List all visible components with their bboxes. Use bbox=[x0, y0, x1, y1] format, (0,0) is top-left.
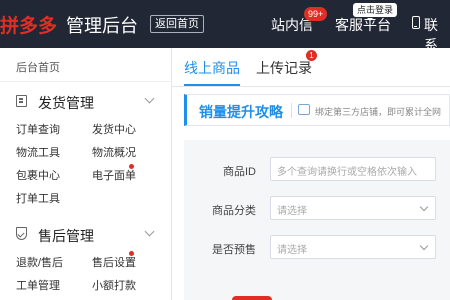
sidebar-item-home[interactable]: 后台首页 bbox=[16, 59, 60, 75]
app-title: 管理后台 bbox=[66, 16, 138, 36]
chevron-down-icon bbox=[419, 241, 429, 251]
presale-label: 是否预售 bbox=[212, 244, 256, 256]
category-label: 商品分类 bbox=[212, 205, 256, 217]
sidebar-item-logistics-overview[interactable]: 物流概况 bbox=[92, 144, 136, 160]
tab-online-products[interactable]: 线上商品 bbox=[184, 58, 240, 78]
chevron-down-icon[interactable] bbox=[144, 93, 155, 104]
store-link-icon bbox=[298, 104, 310, 115]
messages-count-badge: 99+ bbox=[304, 7, 328, 21]
sidebar-item-print-tool[interactable]: 打单工具 bbox=[16, 190, 60, 206]
pinduoduo-logo[interactable]: 拼多多 bbox=[0, 11, 57, 38]
tabs-divider bbox=[172, 86, 450, 87]
category-placeholder: 请选择 bbox=[277, 206, 307, 217]
sidebar-item-e-waybill[interactable]: 电子面单 bbox=[92, 167, 136, 183]
upload-records-badge: 1 bbox=[306, 50, 317, 61]
promo-banner[interactable]: 销量提升攻略 绑定第三方店铺，即可累计全网 bbox=[184, 94, 450, 126]
new-dot bbox=[129, 164, 134, 169]
login-tip-bubble[interactable]: 点击登录 bbox=[353, 3, 398, 21]
product-id-label: 商品ID bbox=[223, 166, 256, 178]
service-platform-link[interactable]: 客服平台 bbox=[335, 15, 391, 35]
promo-text: 绑定第三方店铺，即可累计全网 bbox=[315, 107, 442, 117]
sidebar-item-small-payment[interactable]: 小额打款 bbox=[92, 277, 136, 293]
divider bbox=[0, 81, 171, 82]
sidebar-item-package-center[interactable]: 包裹中心 bbox=[16, 167, 60, 183]
back-home-button[interactable]: 返回首页 bbox=[150, 15, 204, 33]
sidebar-item-shipping-center[interactable]: 发货中心 bbox=[92, 121, 136, 137]
tab-upload-records[interactable]: 上传记录 bbox=[256, 58, 312, 78]
chevron-down-icon[interactable] bbox=[144, 226, 155, 237]
document-icon bbox=[16, 95, 27, 107]
sidebar-item-after-sales-settings[interactable]: 售后设置 bbox=[92, 254, 136, 270]
phone-icon bbox=[412, 16, 420, 29]
sidebar-item-refund[interactable]: 退款/售后 bbox=[16, 254, 63, 270]
category-select[interactable]: 请选择 bbox=[270, 196, 436, 220]
product-id-placeholder: 多个查询请换行或空格依次输入 bbox=[277, 167, 417, 178]
shield-check-icon bbox=[16, 227, 27, 240]
main-content: 线上商品 上传记录 1 销量提升攻略 绑定第三方店铺，即可累计全网 商品ID 多… bbox=[172, 48, 450, 300]
query-button-edge[interactable] bbox=[232, 296, 272, 300]
section-title-shipping[interactable]: 发货管理 bbox=[38, 93, 94, 113]
product-id-input[interactable]: 多个查询请换行或空格依次输入 bbox=[270, 157, 436, 181]
top-header: 拼多多 管理后台 返回首页 站内信 99+ 客服平台 点击登录 联系 bbox=[0, 0, 450, 53]
sidebar-item-logistics-tools[interactable]: 物流工具 bbox=[16, 144, 60, 160]
sidebar-item-ticket-management[interactable]: 工单管理 bbox=[16, 277, 60, 293]
sidebar-item-order-query[interactable]: 订单查询 bbox=[16, 121, 60, 137]
presale-placeholder: 请选择 bbox=[277, 245, 307, 256]
promo-title: 销量提升攻略 bbox=[199, 104, 283, 120]
sidebar: 后台首页 发货管理 订单查询 发货中心 物流工具 物流概况 包裹中心 电子面单 … bbox=[0, 48, 172, 300]
chevron-down-icon bbox=[419, 202, 429, 212]
new-dot bbox=[129, 251, 134, 256]
divider bbox=[291, 103, 292, 118]
section-title-after-sales[interactable]: 售后管理 bbox=[38, 226, 94, 246]
presale-select[interactable]: 请选择 bbox=[270, 235, 436, 259]
filter-panel: 商品ID 多个查询请换行或空格依次输入 商品分类 请选择 是否预售 请选择 bbox=[184, 140, 450, 300]
